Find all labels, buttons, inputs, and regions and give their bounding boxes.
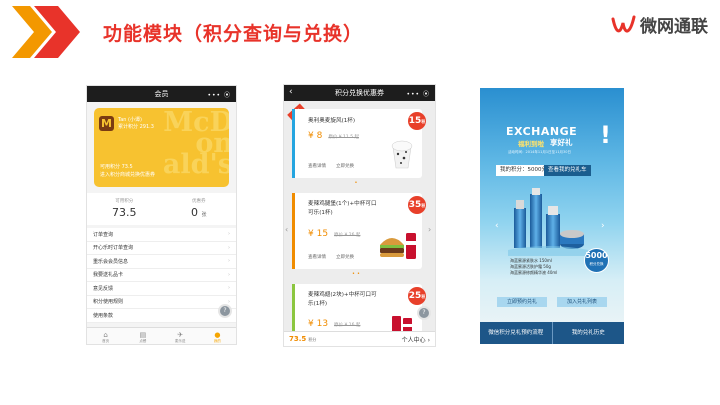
- chevron-right-icon: ›: [228, 258, 230, 265]
- coupon-name: 麦辣鸡腿堡(1个)+中杯可口 可乐(1杯): [308, 201, 377, 216]
- mcflurry-image: [391, 140, 413, 169]
- member-stats: 可用积分 73.5 优惠券 0 张: [87, 193, 236, 225]
- exchange-process-button[interactable]: 微信积分兑礼预约流程: [480, 322, 552, 344]
- coupon-name: 麦辣鸡翅(2块)+中杯可口可 乐(1杯): [308, 292, 377, 307]
- coupon-price: ¥ 8 原价 ¥ 11.5 起: [308, 131, 360, 141]
- coupon-redeem-link[interactable]: 立即兑换: [336, 255, 354, 260]
- user-center-link[interactable]: 个人中心 ›: [402, 335, 430, 344]
- coupon-detail-link[interactable]: 查看详情: [308, 164, 326, 169]
- exchange-history-button[interactable]: 我的兑礼历史: [551, 322, 625, 344]
- tab-mine[interactable]: ● 我的: [199, 328, 236, 344]
- floating-help-icon[interactable]: ?: [218, 304, 232, 318]
- carousel-dots: •: [354, 180, 360, 186]
- stat-coupons[interactable]: 优惠券 0 张: [162, 198, 237, 219]
- chevron-right-icon: ›: [228, 271, 230, 278]
- my-points-label: 我的积分：5000分: [496, 165, 551, 176]
- chevron-right-icon[interactable]: ›: [601, 221, 605, 231]
- coupon-links: 查看详情 立即兑换: [308, 163, 364, 169]
- carousel-dots: ••: [352, 271, 362, 277]
- chevron-decoration-icon: [12, 6, 80, 58]
- mcdonalds-bg-text: McD on ald's: [162, 108, 229, 180]
- member-menu: 订单查询 › 开心乐时订单查询 › 重乐会会员信息 › 我要送礼品卡 › 意见反馈 › 积…: [87, 228, 236, 323]
- coupon-price: ¥ 15 原价 ¥ 26 起: [308, 229, 361, 239]
- burger-coke-image: [380, 233, 416, 259]
- menu-item[interactable]: 重乐会会员信息 ›: [87, 255, 236, 269]
- chevron-right-icon[interactable]: ›: [428, 225, 431, 234]
- coupon-exchange-screenshot: ‹ 积分兑换优惠券 ••• ⦿ NEW 奥利奥麦旋风(1杯) ¥ 8原价 ¥ 1…: [283, 84, 436, 347]
- menu-item[interactable]: 意见反馈 ›: [87, 282, 236, 296]
- tab-order[interactable]: ▤ 点餐: [124, 328, 161, 344]
- brand-logo: 微网通联: [611, 12, 708, 37]
- member-nav-bar: 会员 ••• ⦿: [87, 86, 236, 102]
- menu-item[interactable]: 开心乐时订单查询 ›: [87, 242, 236, 255]
- slide-title: 功能模块（积分查询与兑换）: [103, 23, 364, 45]
- member-available-points: 可用积分 73.5: [100, 164, 133, 170]
- points-balance: 73.5 积分: [289, 335, 317, 343]
- member-card[interactable]: McD on ald's M Tan (小谭) 累计积分 291.3 可用积分 …: [94, 108, 229, 187]
- coupon-name: 奥利奥麦旋风(1杯): [308, 118, 356, 124]
- mcdonalds-logo-icon: M: [99, 116, 114, 131]
- tab-delivery[interactable]: ✈ 麦乐送: [162, 328, 199, 344]
- cosmetics-image: [508, 188, 588, 256]
- tab-home[interactable]: ⌂ 首页: [87, 328, 124, 344]
- menu-item[interactable]: 积分使用规则 ›: [87, 296, 236, 309]
- coupon-bottom-bar: 73.5 积分 个人中心 ›: [284, 331, 435, 346]
- view-gifts-button[interactable]: 查看我的兑礼车: [544, 165, 591, 176]
- chevron-left-icon[interactable]: ‹: [495, 221, 499, 231]
- points-badge: 25积分: [408, 287, 426, 318]
- member-total-points: 累计积分 291.3: [118, 124, 154, 130]
- brand-logo-text: 微网通联: [640, 17, 708, 37]
- menu-item[interactable]: 订单查询 ›: [87, 228, 236, 242]
- exchange-sub-white: 享好礼: [550, 138, 573, 147]
- chevron-left-icon[interactable]: ‹: [285, 225, 288, 234]
- coupon-links: 查看详情 立即兑换: [308, 254, 364, 260]
- points-seal: 5000 积分兑换: [584, 248, 609, 273]
- points-badge: 35积分: [408, 196, 426, 227]
- order-icon: ▤: [139, 331, 147, 339]
- exchange-sub-yellow: 福利到啦: [518, 140, 544, 148]
- member-name: Tan (小谭): [118, 117, 142, 123]
- coupon-card[interactable]: 麦辣鸡腿堡(1个)+中杯可口 可乐(1杯) ¥ 15 原价 ¥ 26 起 查看详情 立…: [292, 193, 426, 269]
- coupon-nav-bar: ‹ 积分兑换优惠券 ••• ⦿: [284, 85, 435, 101]
- member-tab-bar: ⌂ 首页 ▤ 点餐 ✈ 麦乐送 ● 我的: [87, 327, 236, 344]
- menu-item[interactable]: 使用条款›: [87, 309, 236, 323]
- coupon-price: ¥ 13 原价 ¥ 16 起: [308, 319, 361, 329]
- exchange-promo-screenshot: EXCHANGE ! 福利到啦 享好礼 活动时间：2014年11月1日至11月3…: [480, 88, 624, 344]
- exclamation-icon: !: [600, 121, 611, 149]
- stat-points[interactable]: 可用积分 73.5: [87, 198, 162, 219]
- menu-item[interactable]: 我要送礼品卡 ›: [87, 269, 236, 282]
- coupon-nav-title: 积分兑换优惠券: [335, 89, 384, 97]
- back-arrow-icon[interactable]: ‹: [289, 87, 293, 97]
- exchange-date: 活动时间：2014年11月1日至11月30日: [508, 150, 571, 154]
- coupon-card[interactable]: 麦辣鸡翅(2块)+中杯可口可乐(1杯) ¥ 13原价 ¥ 16 起 25积分: [292, 284, 426, 334]
- chevron-right-icon: ›: [228, 244, 230, 251]
- user-icon: ●: [214, 331, 221, 339]
- reserve-exchange-button[interactable]: 立即预约兑礼: [497, 297, 547, 307]
- add-to-list-button[interactable]: 加入兑礼列表: [557, 297, 607, 307]
- chevron-right-icon: ›: [228, 285, 230, 292]
- points-badge: 15积分: [408, 112, 426, 143]
- member-nav-controls[interactable]: ••• ⦿: [207, 90, 231, 99]
- coupon-detail-link[interactable]: 查看详情: [308, 255, 326, 260]
- exchange-footer: 微信积分兑礼预约流程 我的兑礼历史: [480, 322, 624, 344]
- chevron-right-icon: ›: [228, 231, 230, 238]
- brand-swirl-icon: [611, 15, 636, 32]
- member-nav-title: 会员: [154, 90, 169, 98]
- coupon-card[interactable]: 奥利奥麦旋风(1杯) ¥ 8 原价 ¥ 11.5 起 查看详情 立即兑换 15积分: [292, 109, 426, 178]
- floating-help-icon[interactable]: ?: [417, 306, 431, 320]
- coupon-redeem-link[interactable]: 立即兑换: [336, 164, 354, 169]
- coupon-nav-controls[interactable]: ••• ⦿: [406, 89, 430, 98]
- product-info: 海蓝蜜源紧肤水 150ml 海蓝蜜源活肤护霜 50g 海蓝蜜源修颜精华液 40m…: [510, 258, 558, 275]
- delivery-icon: ✈: [177, 331, 184, 339]
- member-page-screenshot: 会员 ••• ⦿ McD on ald's M Tan (小谭) 累计积分 29…: [86, 85, 237, 345]
- member-hint: 进入积分商城兑换优惠券: [100, 172, 156, 178]
- home-icon: ⌂: [103, 331, 108, 339]
